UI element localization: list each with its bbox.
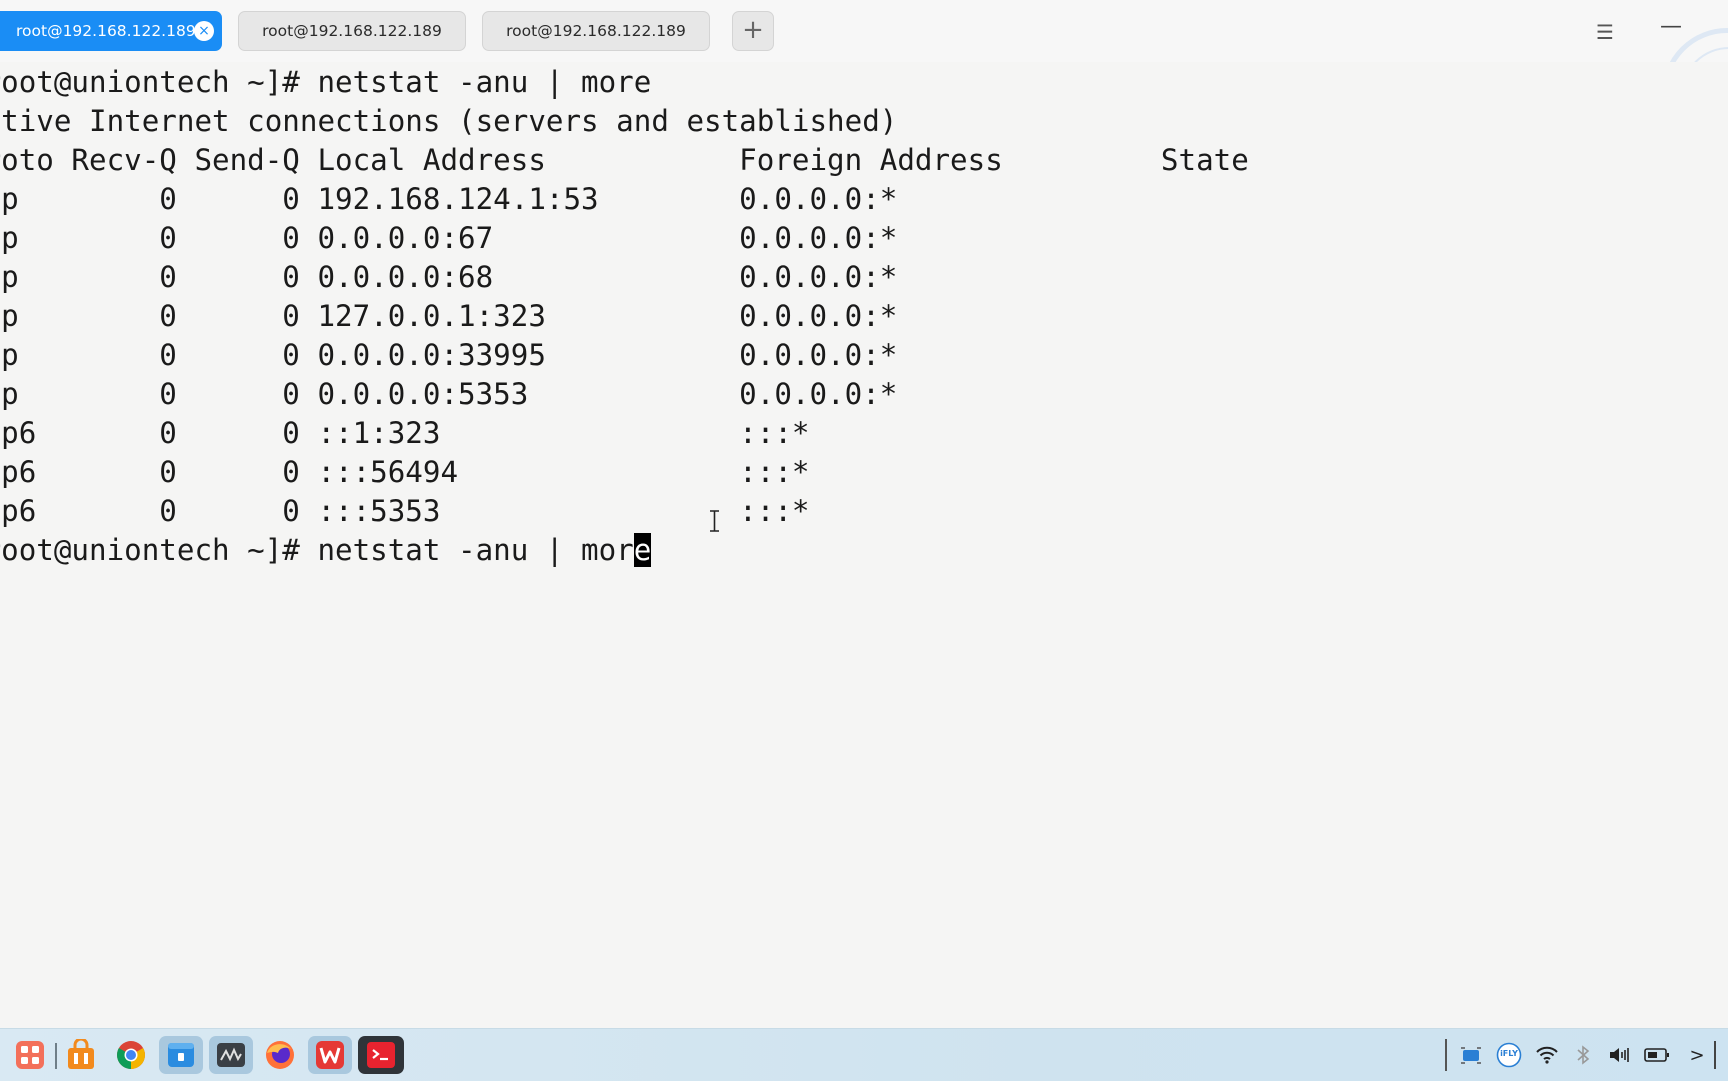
close-tab-icon[interactable]: × — [194, 21, 214, 41]
new-tab-button[interactable]: + — [732, 11, 774, 51]
terminal-line: Proto Recv-Q Send-Q Local Address Foreig… — [0, 143, 1249, 177]
terminal-icon[interactable] — [358, 1036, 404, 1074]
menu-icon[interactable]: ☰ — [1596, 20, 1614, 44]
system-monitor-icon[interactable] — [209, 1036, 253, 1074]
taskbar-divider — [55, 1043, 57, 1069]
firefox-icon[interactable] — [261, 1036, 299, 1074]
terminal-line: udp 0 0 127.0.0.1:323 0.0.0.0:* — [0, 299, 898, 333]
wps-icon[interactable] — [308, 1036, 352, 1074]
chrome-icon[interactable] — [112, 1036, 150, 1074]
screen-capture-icon[interactable] — [1458, 1042, 1484, 1068]
tab-3-label: root@192.168.122.189 — [506, 22, 686, 40]
terminal-line: udp 0 0 0.0.0.0:33995 0.0.0.0:* — [0, 338, 898, 372]
tab-1[interactable]: root@192.168.122.189 × — [0, 11, 222, 51]
battery-icon[interactable] — [1644, 1042, 1670, 1068]
tab-1-label: root@192.168.122.189 — [16, 22, 196, 40]
launcher-icon[interactable] — [11, 1036, 49, 1074]
wifi-icon[interactable] — [1534, 1042, 1560, 1068]
tab-3[interactable]: root@192.168.122.189 — [482, 11, 710, 51]
terminal-output: [root@uniontech ~]# netstat -anu | more … — [0, 63, 1249, 570]
app-store-icon[interactable] — [62, 1036, 100, 1074]
ifly-label: iFLY — [1500, 1049, 1518, 1058]
text-cursor: e — [633, 533, 652, 567]
terminal-line: Active Internet connections (servers and… — [0, 104, 898, 138]
minimize-icon[interactable]: — — [1660, 14, 1682, 39]
ibeam-cursor-icon — [710, 510, 719, 532]
tab-2-label: root@192.168.122.189 — [262, 22, 442, 40]
terminal-line: udp 0 0 0.0.0.0:67 0.0.0.0:* — [0, 221, 898, 255]
show-desktop-divider — [1714, 1041, 1716, 1069]
tab-2[interactable]: root@192.168.122.189 — [238, 11, 466, 51]
terminal-line: [root@uniontech ~]# netstat -anu | more — [0, 65, 652, 99]
terminal-line: udp 0 0 0.0.0.0:5353 0.0.0.0:* — [0, 377, 898, 411]
terminal-line: udp 0 0 0.0.0.0:68 0.0.0.0:* — [0, 260, 898, 294]
taskbar: iFLY > — [0, 1028, 1728, 1081]
terminal-line: udp6 0 0 ::1:323 :::* — [0, 416, 810, 450]
terminal-prompt: [root@uniontech ~]# netstat -anu | mor — [0, 533, 634, 567]
ifly-input-icon[interactable]: iFLY — [1496, 1042, 1522, 1068]
volume-icon[interactable] — [1607, 1042, 1633, 1068]
tray-divider — [1445, 1039, 1447, 1071]
file-manager-icon[interactable] — [159, 1036, 203, 1074]
bluetooth-icon[interactable] — [1570, 1042, 1596, 1068]
tray-expand-icon[interactable]: > — [1684, 1042, 1710, 1068]
terminal-line: udp6 0 0 :::56494 :::* — [0, 455, 810, 489]
terminal-area[interactable]: [root@uniontech ~]# netstat -anu | more … — [0, 62, 1728, 1028]
terminal-line: udp6 0 0 :::5353 :::* — [0, 494, 810, 528]
tab-bar: root@192.168.122.189 × root@192.168.122.… — [0, 0, 1728, 158]
terminal-line: udp 0 0 192.168.124.1:53 0.0.0.0:* — [0, 182, 898, 216]
